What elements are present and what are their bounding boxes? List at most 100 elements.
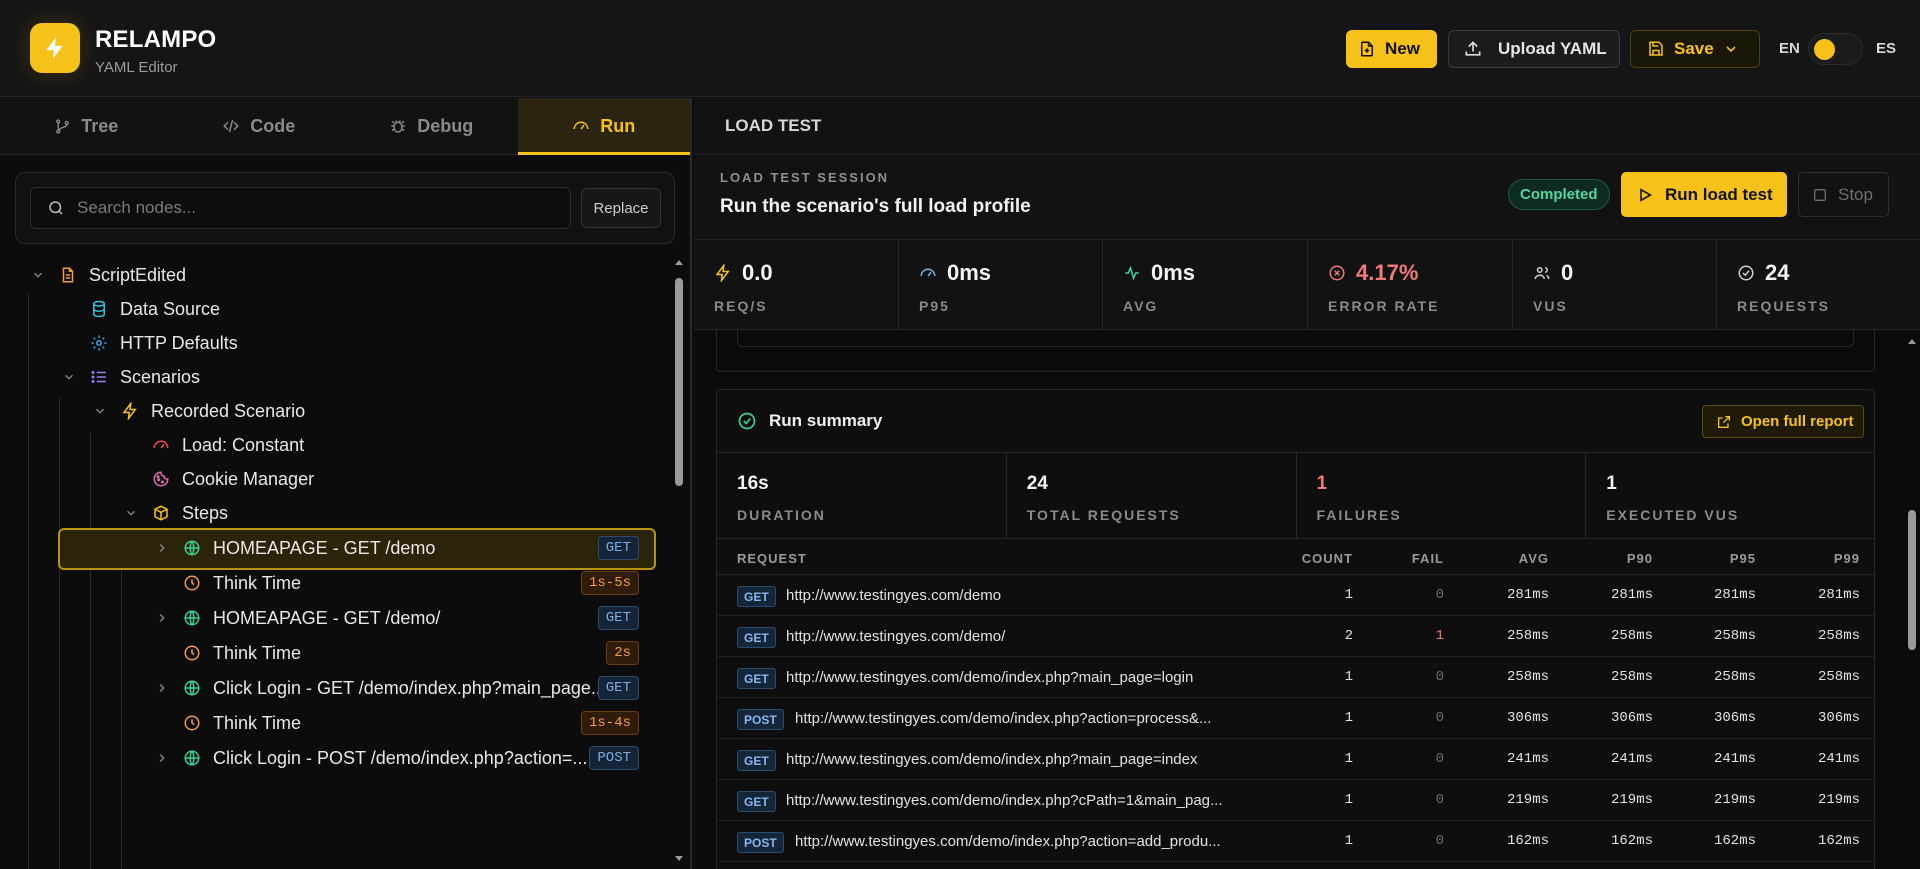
scroll-up-icon[interactable] [1906, 335, 1918, 347]
tab-tree[interactable]: Tree [0, 98, 173, 154]
tree-node[interactable]: Click Login - POST /demo/index.php?actio… [154, 738, 656, 778]
table-row[interactable]: GET http://www.testingyes.com/demo/2 1 258m… [717, 616, 1876, 657]
gear-icon [89, 334, 109, 352]
metric-label: P95 [919, 298, 950, 314]
x-circle-icon [1328, 264, 1346, 282]
chevron-down-icon[interactable] [30, 268, 46, 282]
tab-code[interactable]: Code [173, 98, 346, 154]
method-badge: POST [737, 832, 784, 853]
tab-run-label: Run [600, 115, 636, 136]
cell-fail: 0 [1435, 792, 1444, 808]
editor-tabs: Tree Code Debug Run [0, 98, 690, 155]
stat-label: DURATION [737, 507, 826, 523]
tree-node[interactable]: Steps [123, 493, 656, 533]
table-row[interactable]: GET http://www.testingyes.com/demo 1 0 281ms… [717, 575, 1876, 616]
save-button[interactable]: Save [1630, 30, 1760, 68]
results-scroll-thumb[interactable] [1908, 510, 1916, 650]
users-icon [1533, 264, 1551, 282]
stat-label: TOTAL REQUESTS [1026, 507, 1181, 523]
method-badge: POST [589, 746, 639, 770]
tree-node-label: Think Time [213, 712, 302, 733]
cell-p90: 306ms [1610, 710, 1653, 726]
bolt-icon [120, 402, 140, 420]
cell-fail: 0 [1435, 710, 1444, 726]
brand: RELAMPO YAML Editor [95, 26, 216, 76]
method-badge: GET [737, 791, 776, 812]
run-label: Run load test [1665, 184, 1773, 204]
previous-card [716, 330, 1875, 372]
run-load-test-button[interactable]: Run load test [1621, 172, 1787, 217]
scroll-down-icon[interactable] [673, 853, 685, 865]
metric-req-s: 0.0 REQ/S [694, 240, 899, 330]
bug-icon [389, 117, 407, 135]
chevron-down-icon[interactable] [123, 506, 139, 520]
cell-fail: 0 [1435, 751, 1444, 767]
play-icon [1637, 187, 1653, 203]
metric-label: AVG [1123, 298, 1159, 314]
request-url: http://www.testingyes.com/demo/index.php… [795, 710, 1212, 727]
clock-icon [182, 574, 202, 592]
results-content: Run summary Open full report 16s DURATIO… [694, 330, 1920, 869]
request-url: http://www.testingyes.com/demo/index.php… [786, 751, 1198, 768]
cell-avg: 281ms [1506, 587, 1549, 603]
new-label: New [1385, 39, 1420, 58]
tab-debug[interactable]: Debug [345, 98, 518, 154]
chevron-down-icon[interactable] [61, 370, 77, 384]
cell-p95: 162ms [1713, 833, 1756, 849]
col-p95: P95 [1729, 551, 1756, 566]
stat-label: FAILURES [1316, 507, 1402, 523]
chevron-right-icon[interactable] [154, 751, 170, 765]
left-panel: Tree Code Debug Run Replace ScriptEdited… [0, 98, 692, 869]
tree-scroll-thumb[interactable] [675, 278, 683, 486]
tree-node[interactable]: Think Time 1s-5s [154, 563, 656, 603]
col-p90: P90 [1626, 551, 1653, 566]
tree-guide-line [59, 398, 60, 869]
replace-button[interactable]: Replace [581, 188, 661, 228]
cell-p99: 241ms [1817, 751, 1860, 767]
scroll-up-icon[interactable] [673, 256, 685, 268]
language-toggle[interactable] [1808, 33, 1863, 65]
upload-yaml-button[interactable]: Upload YAML [1448, 30, 1620, 68]
globe-icon [182, 609, 202, 627]
chevron-right-icon[interactable] [154, 541, 170, 555]
load-test-session: LOAD TEST SESSION Run the scenario's ful… [694, 156, 1920, 240]
tree-node[interactable]: Click Login - GET /demo/index.php?main_p… [154, 668, 656, 708]
tree-node-label: Click Login - POST /demo/index.php?actio… [213, 747, 588, 768]
think-time-badge: 1s-4s [580, 711, 639, 735]
chevron-right-icon[interactable] [154, 681, 170, 695]
stop-button[interactable]: Stop [1798, 172, 1889, 217]
chevron-down-icon [1723, 41, 1739, 57]
results-scrollbar[interactable] [1906, 335, 1918, 869]
table-row[interactable]: POST http://www.testingyes.com/demo/index… [717, 821, 1876, 862]
tab-debug-label: Debug [417, 115, 474, 136]
table-row[interactable]: GET http://www.testingyes.com/demo/index.… [717, 780, 1876, 821]
chevron-down-icon[interactable] [92, 404, 108, 418]
search-input[interactable] [77, 198, 547, 218]
cell-avg: 162ms [1506, 833, 1549, 849]
tab-run[interactable]: Run [517, 98, 690, 155]
open-full-report-button[interactable]: Open full report [1702, 405, 1864, 438]
metric-value: 24 [1765, 260, 1790, 285]
cell-p99: 258ms [1817, 669, 1860, 685]
new-button[interactable]: New [1346, 30, 1437, 68]
request-url: http://www.testingyes.com/demo/index.php… [786, 669, 1194, 686]
table-row[interactable]: GET http://www.testingyes.com/demo/index.… [717, 657, 1876, 698]
tree-scrollbar[interactable] [673, 256, 685, 869]
table-row[interactable]: GET http://www.testingyes.com/demo/index.… [717, 739, 1876, 780]
tab-code-label: Code [250, 115, 296, 136]
col-request: REQUEST [737, 551, 807, 566]
tree-node[interactable]: HOMEAPAGE - GET /demo/GET [154, 598, 656, 638]
globe-icon [182, 539, 202, 557]
cell-p90: 258ms [1610, 669, 1653, 685]
box-icon [151, 504, 171, 522]
tree-node[interactable]: HOMEAPAGE - GET /demo GET [154, 528, 656, 568]
chevron-right-icon[interactable] [154, 611, 170, 625]
tree-node-label: HOMEAPAGE - GET /demo/ [213, 607, 441, 628]
cookie-icon [151, 470, 171, 488]
tree-node[interactable]: Think Time 2s [154, 633, 656, 673]
table-row[interactable]: POST http://www.testingyes.com/demo/index… [717, 698, 1876, 739]
search-field[interactable] [30, 187, 571, 229]
cell-p95: 258ms [1713, 628, 1756, 644]
metric-error-rate: 4.17% ERROR RATE [1308, 240, 1513, 330]
tree-node[interactable]: Think Time 1s-4s [154, 703, 656, 743]
